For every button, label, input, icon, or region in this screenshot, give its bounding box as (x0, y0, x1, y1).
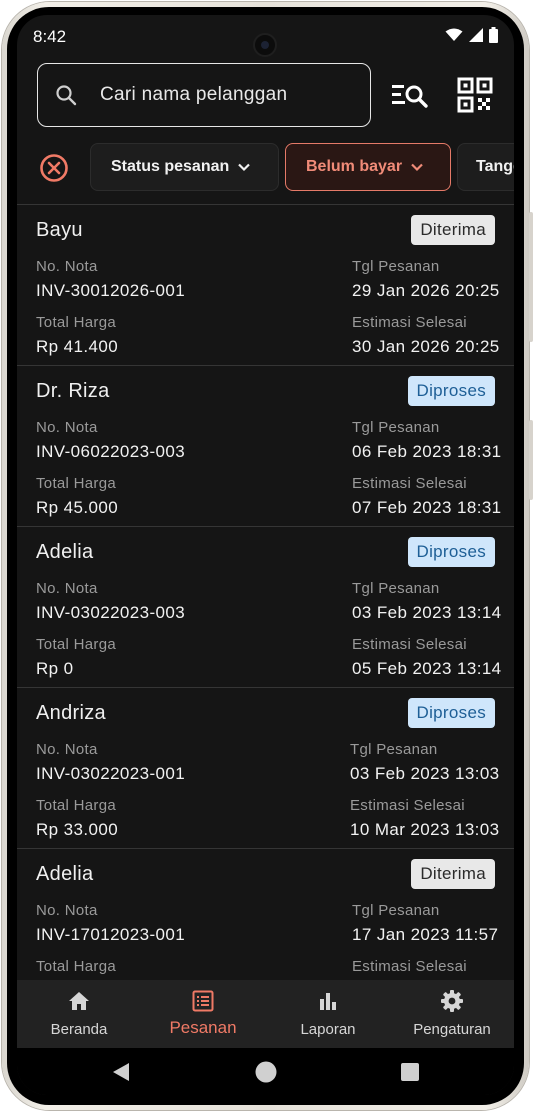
estimate-date: 30 Jan 2026 20:25 (352, 337, 500, 356)
status-badge: Diproses (407, 698, 495, 728)
estimate-date: 07 Feb 2023 18:31 (352, 498, 502, 517)
order-date: 29 Jan 2026 20:25 (352, 281, 500, 300)
nav-item-laporan[interactable]: Laporan (266, 980, 390, 1048)
estimate-label: Estimasi Selesai (352, 314, 467, 331)
status-filter-label: Status pesanan (111, 158, 230, 175)
invoice-number: INV-03022023-003 (36, 603, 186, 622)
wifi-icon (445, 28, 463, 41)
total-label: Total Harga (36, 636, 117, 653)
total-price: Rp 41.400 (36, 337, 119, 356)
search-input[interactable]: Cari nama pelanggan (37, 63, 371, 127)
customer-name: Bayu (36, 219, 83, 241)
order-card[interactable]: Adelia Diterima No. Nota INV-17012023-00… (17, 848, 514, 980)
back-icon[interactable] (112, 1062, 130, 1082)
estimate-label: Estimasi Selesai (352, 636, 467, 653)
system-navigation-bar (17, 1048, 514, 1095)
invoice-label: No. Nota (36, 580, 98, 597)
payment-filter-label: Belum bayar (306, 158, 403, 175)
order-date-label: Tgl Pesanan (352, 580, 440, 597)
invoice-label: No. Nota (36, 902, 98, 919)
total-price: Rp 45.000 (36, 498, 119, 517)
nav-label: Laporan (300, 1021, 356, 1038)
total-label: Total Harga (36, 475, 117, 492)
status-filter-chip[interactable]: Status pesanan (90, 143, 279, 191)
order-date: 17 Jan 2023 11:57 (352, 925, 499, 944)
phone-body: 8:42 Cari nama pelanggan Status pesanan … (7, 7, 524, 1105)
order-date-label: Tgl Pesanan (352, 902, 440, 919)
app-screen: 8:42 Cari nama pelanggan Status pesanan … (17, 15, 514, 1095)
gear-icon (441, 990, 463, 1012)
order-card[interactable]: Andriza Diproses No. Nota INV-03022023-0… (17, 687, 514, 848)
total-label: Total Harga (36, 797, 117, 814)
clear-filter-icon[interactable] (39, 153, 69, 183)
estimate-date: 05 Feb 2023 13:14 (352, 659, 502, 678)
search-placeholder: Cari nama pelanggan (100, 84, 288, 105)
nav-item-pengaturan[interactable]: Pengaturan (390, 980, 514, 1048)
payment-filter-chip[interactable]: Belum bayar (285, 143, 451, 191)
qr-code-icon[interactable] (457, 77, 493, 113)
invoice-number: INV-17012023-001 (36, 925, 186, 944)
total-price: Rp 0 (36, 659, 74, 678)
order-list: Bayu Diterima No. Nota INV-30012026-001 … (17, 204, 514, 980)
status-badge: Diterima (411, 215, 495, 245)
bar-chart-icon (320, 993, 336, 1010)
order-card[interactable]: Adelia Diproses No. Nota INV-03022023-00… (17, 526, 514, 687)
nav-item-beranda[interactable]: Beranda (17, 980, 141, 1048)
invoice-number: INV-03022023-001 (36, 764, 186, 783)
order-date: 03 Feb 2023 13:03 (350, 764, 500, 783)
nav-label: Beranda (50, 1021, 108, 1038)
filter-row: Status pesanan Belum bayar Tanggal (17, 143, 514, 193)
battery-icon (489, 27, 498, 43)
date-filter-chip[interactable]: Tanggal (457, 143, 514, 191)
invoice-number: INV-06022023-003 (36, 442, 186, 461)
total-label: Total Harga (36, 958, 117, 975)
power-button (529, 212, 533, 342)
home-icon (69, 992, 89, 1010)
customer-name: Andriza (36, 702, 106, 724)
invoice-label: No. Nota (36, 419, 98, 436)
order-date: 03 Feb 2023 13:14 (352, 603, 502, 622)
chevron-down-icon (411, 163, 423, 172)
order-date-label: Tgl Pesanan (352, 258, 440, 275)
list-search-icon[interactable] (391, 77, 429, 113)
estimate-label: Estimasi Selesai (350, 797, 465, 814)
date-filter-label: Tanggal (476, 158, 514, 175)
estimate-label: Estimasi Selesai (352, 958, 467, 975)
invoice-label: No. Nota (36, 741, 98, 758)
status-time: 8:42 (33, 27, 67, 46)
cellular-signal-icon (469, 28, 483, 42)
home-button-icon[interactable] (255, 1061, 277, 1083)
estimate-date: 10 Mar 2023 13:03 (350, 820, 500, 839)
chevron-down-icon (238, 163, 251, 172)
order-date-label: Tgl Pesanan (350, 741, 438, 758)
status-badge: Diproses (407, 537, 495, 567)
total-label: Total Harga (36, 314, 117, 331)
nav-label: Pengaturan (413, 1021, 491, 1038)
nav-label: Pesanan (169, 1018, 237, 1037)
volume-button (529, 420, 533, 500)
search-icon (56, 85, 77, 106)
receipt-list-icon (192, 990, 214, 1012)
order-date: 06 Feb 2023 18:31 (352, 442, 502, 461)
order-card[interactable]: Dr. Riza Diproses No. Nota INV-06022023-… (17, 365, 514, 526)
estimate-label: Estimasi Selesai (352, 475, 467, 492)
bottom-navigation: Beranda Pesanan Laporan Pengaturan (17, 980, 514, 1048)
order-date-label: Tgl Pesanan (352, 419, 440, 436)
order-card[interactable]: Bayu Diterima No. Nota INV-30012026-001 … (17, 204, 514, 365)
customer-name: Adelia (36, 541, 94, 563)
status-bar: 8:42 (17, 15, 514, 57)
status-icons (445, 27, 498, 43)
invoice-number: INV-30012026-001 (36, 281, 186, 300)
customer-name: Dr. Riza (36, 380, 110, 402)
status-badge: Diterima (411, 859, 495, 889)
recents-icon[interactable] (401, 1063, 419, 1081)
invoice-label: No. Nota (36, 258, 98, 275)
customer-name: Adelia (36, 863, 94, 885)
total-price: Rp 33.000 (36, 820, 119, 839)
status-badge: Diproses (407, 376, 495, 406)
nav-item-pesanan[interactable]: Pesanan (141, 980, 265, 1048)
front-camera (253, 33, 277, 57)
